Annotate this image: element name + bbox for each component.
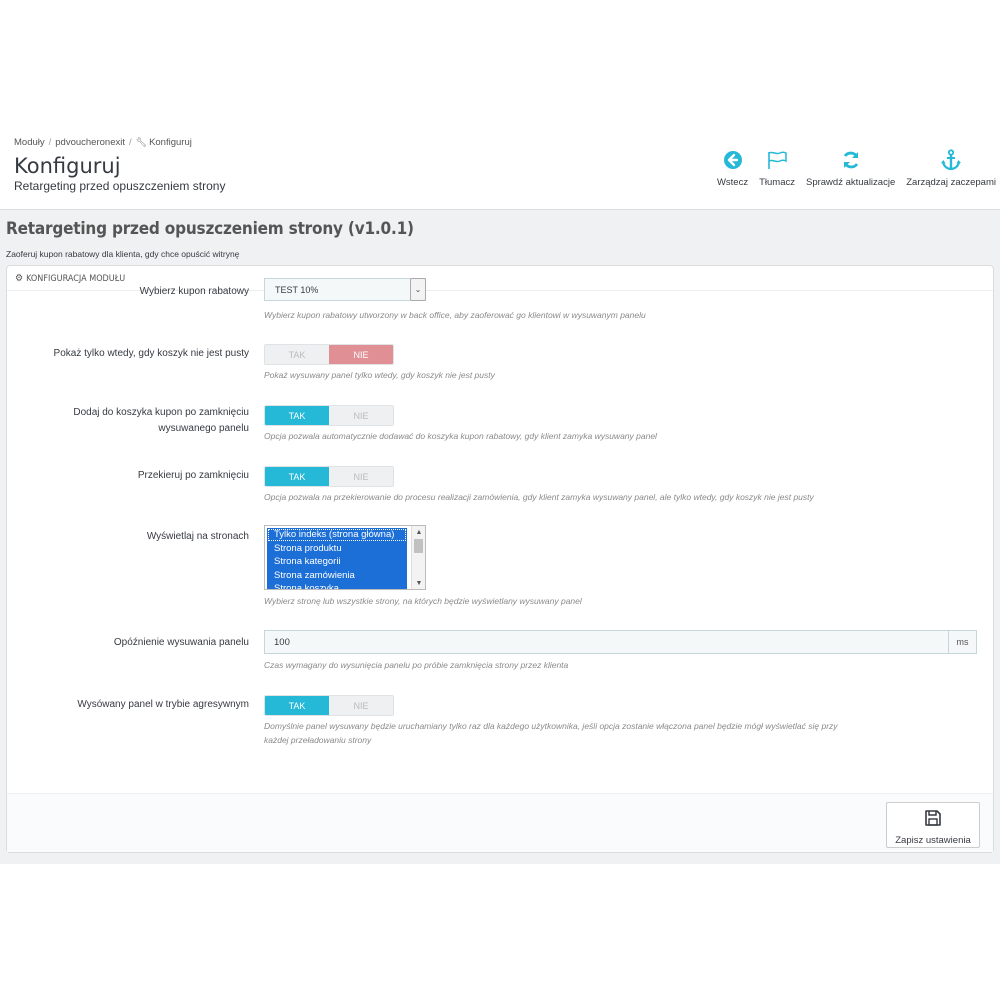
- cart-not-empty-switch[interactable]: TAK NIE: [264, 344, 394, 365]
- cogs-icon: ⚙: [15, 273, 24, 284]
- add-on-close-label-line1: Dodaj do koszyka kupon po zamknięciu: [73, 407, 249, 418]
- wrench-icon: 🔧︎: [135, 137, 148, 147]
- refresh-icon: [841, 147, 861, 173]
- check-updates-label: Sprawdź aktualizacje: [805, 177, 896, 188]
- bottom-blank-area: [0, 864, 1000, 1000]
- breadcrumb-module-name[interactable]: pdvoucheronexit: [55, 137, 125, 148]
- arrow-left-circle-icon: [723, 147, 743, 173]
- config-panel: ⚙ KONFIGURACJA MODUŁU Wybierz kupon rabat…: [6, 265, 994, 853]
- manage-hooks-button[interactable]: Zarządzaj zaczepami: [906, 147, 996, 188]
- main-content: Retargeting przed opuszczeniem strony (v…: [0, 210, 1000, 864]
- translate-label: Tłumacz: [759, 177, 795, 188]
- aggressive-help-line2: każdej przeładowaniu strony: [264, 735, 372, 745]
- scroll-down-icon[interactable]: ▼: [412, 577, 425, 589]
- back-label: Wstecz: [716, 177, 749, 188]
- delay-input[interactable]: 100: [264, 630, 949, 654]
- anchor-icon: [940, 147, 962, 173]
- module-title: Retargeting przed opuszczeniem strony (v…: [6, 219, 414, 239]
- page-header: Moduły / pdvoucheronexit / 🔧︎ Konfiguruj Konf…: [0, 130, 1000, 210]
- aggressive-yes[interactable]: TAK: [265, 696, 329, 715]
- manage-hooks-label: Zarządzaj zaczepami: [906, 177, 996, 188]
- add-on-close-help: Opcja pozwala automatycznie dodawać do k…: [264, 431, 657, 441]
- toolbar: Wstecz Tłumacz Sprawdź aktualizacje Zarz…: [706, 147, 996, 188]
- redirect-label: Przekieruj po zamknięciu: [137, 470, 249, 481]
- cart-not-empty-label: Pokaż tylko wtedy, gdy koszyk nie jest p…: [53, 348, 249, 359]
- cart-not-empty-yes[interactable]: TAK: [265, 345, 329, 364]
- module-description: Zaoferuj kupon rabatowy dla klienta, gdy…: [6, 249, 240, 259]
- add-on-close-yes[interactable]: TAK: [265, 406, 329, 425]
- breadcrumb: Moduły / pdvoucheronexit / 🔧︎ Konfiguruj: [14, 137, 192, 148]
- pages-scrollbar[interactable]: ▲ ▼: [411, 526, 425, 589]
- add-on-close-no[interactable]: NIE: [329, 406, 393, 425]
- redirect-switch[interactable]: TAK NIE: [264, 466, 394, 487]
- pages-option[interactable]: Strona produktu: [267, 541, 407, 555]
- panel-heading-text: KONFIGURACJA MODUŁU: [26, 274, 126, 284]
- translate-button[interactable]: Tłumacz: [759, 147, 795, 188]
- save-settings-label: Zapisz ustawienia: [895, 835, 971, 846]
- pages-label: Wyświetlaj na stronach: [146, 531, 249, 542]
- voucher-select[interactable]: TEST 10% ⌄: [264, 278, 426, 301]
- save-icon: [924, 809, 942, 832]
- scroll-up-icon[interactable]: ▲: [412, 526, 425, 538]
- panel-footer: Zapisz ustawienia: [7, 793, 993, 852]
- chevron-down-icon: ⌄: [410, 278, 426, 301]
- back-button[interactable]: Wstecz: [717, 147, 748, 188]
- redirect-yes[interactable]: TAK: [265, 467, 329, 486]
- pages-option[interactable]: Strona zamówienia: [267, 568, 407, 582]
- breadcrumb-modules[interactable]: Moduły: [14, 137, 45, 148]
- aggressive-no[interactable]: NIE: [329, 696, 393, 715]
- delay-input-group: 100 ms: [264, 630, 977, 654]
- page-title: Konfiguruj: [14, 154, 121, 178]
- delay-unit: ms: [949, 630, 977, 654]
- add-on-close-label: Dodaj do koszyka kupon po zamknięciu wys…: [73, 405, 249, 437]
- add-on-close-label-line2: wysuwanego panelu: [158, 423, 249, 434]
- top-blank-area: [0, 0, 1000, 130]
- aggressive-help-line1: Domyślnie panel wysuwany będzie uruchami…: [264, 721, 838, 731]
- redirect-no[interactable]: NIE: [329, 467, 393, 486]
- pages-option[interactable]: Tylko indeks (strona główna): [267, 528, 407, 542]
- redirect-help: Opcja pozwala na przekierowanie do proce…: [264, 492, 814, 502]
- cart-not-empty-help: Pokaż wysuwany panel tylko wtedy, gdy ko…: [264, 370, 495, 380]
- voucher-selected-value: TEST 10%: [275, 285, 319, 295]
- breadcrumb-configure: Konfiguruj: [149, 137, 192, 148]
- pages-multiselect[interactable]: Tylko indeks (strona główna) Strona prod…: [264, 525, 426, 590]
- scroll-thumb[interactable]: [414, 539, 423, 553]
- aggressive-label: Wysówany panel w trybie agresywnym: [77, 699, 249, 710]
- pages-option[interactable]: Strona kategorii: [267, 555, 407, 569]
- check-updates-button[interactable]: Sprawdź aktualizacje: [806, 147, 895, 188]
- pages-option[interactable]: Strona koszyka: [267, 582, 407, 589]
- add-on-close-switch[interactable]: TAK NIE: [264, 405, 394, 426]
- aggressive-switch[interactable]: TAK NIE: [264, 695, 394, 716]
- pages-help: Wybierz stronę lub wszystkie strony, na …: [264, 596, 582, 606]
- flag-icon: [766, 147, 788, 173]
- page-subtitle: Retargeting przed opuszczeniem strony: [14, 179, 226, 193]
- voucher-help: Wybierz kupon rabatowy utworzony w back …: [264, 310, 646, 320]
- delay-label: Opóźnienie wysuwania panelu: [113, 637, 249, 648]
- cart-not-empty-no[interactable]: NIE: [329, 345, 393, 364]
- delay-help: Czas wymagany do wysunięcia panelu po pr…: [264, 660, 569, 670]
- voucher-label: Wybierz kupon rabatowy: [139, 286, 249, 297]
- save-settings-button[interactable]: Zapisz ustawienia: [886, 802, 980, 848]
- aggressive-help: Domyślnie panel wysuwany będzie uruchami…: [264, 719, 838, 747]
